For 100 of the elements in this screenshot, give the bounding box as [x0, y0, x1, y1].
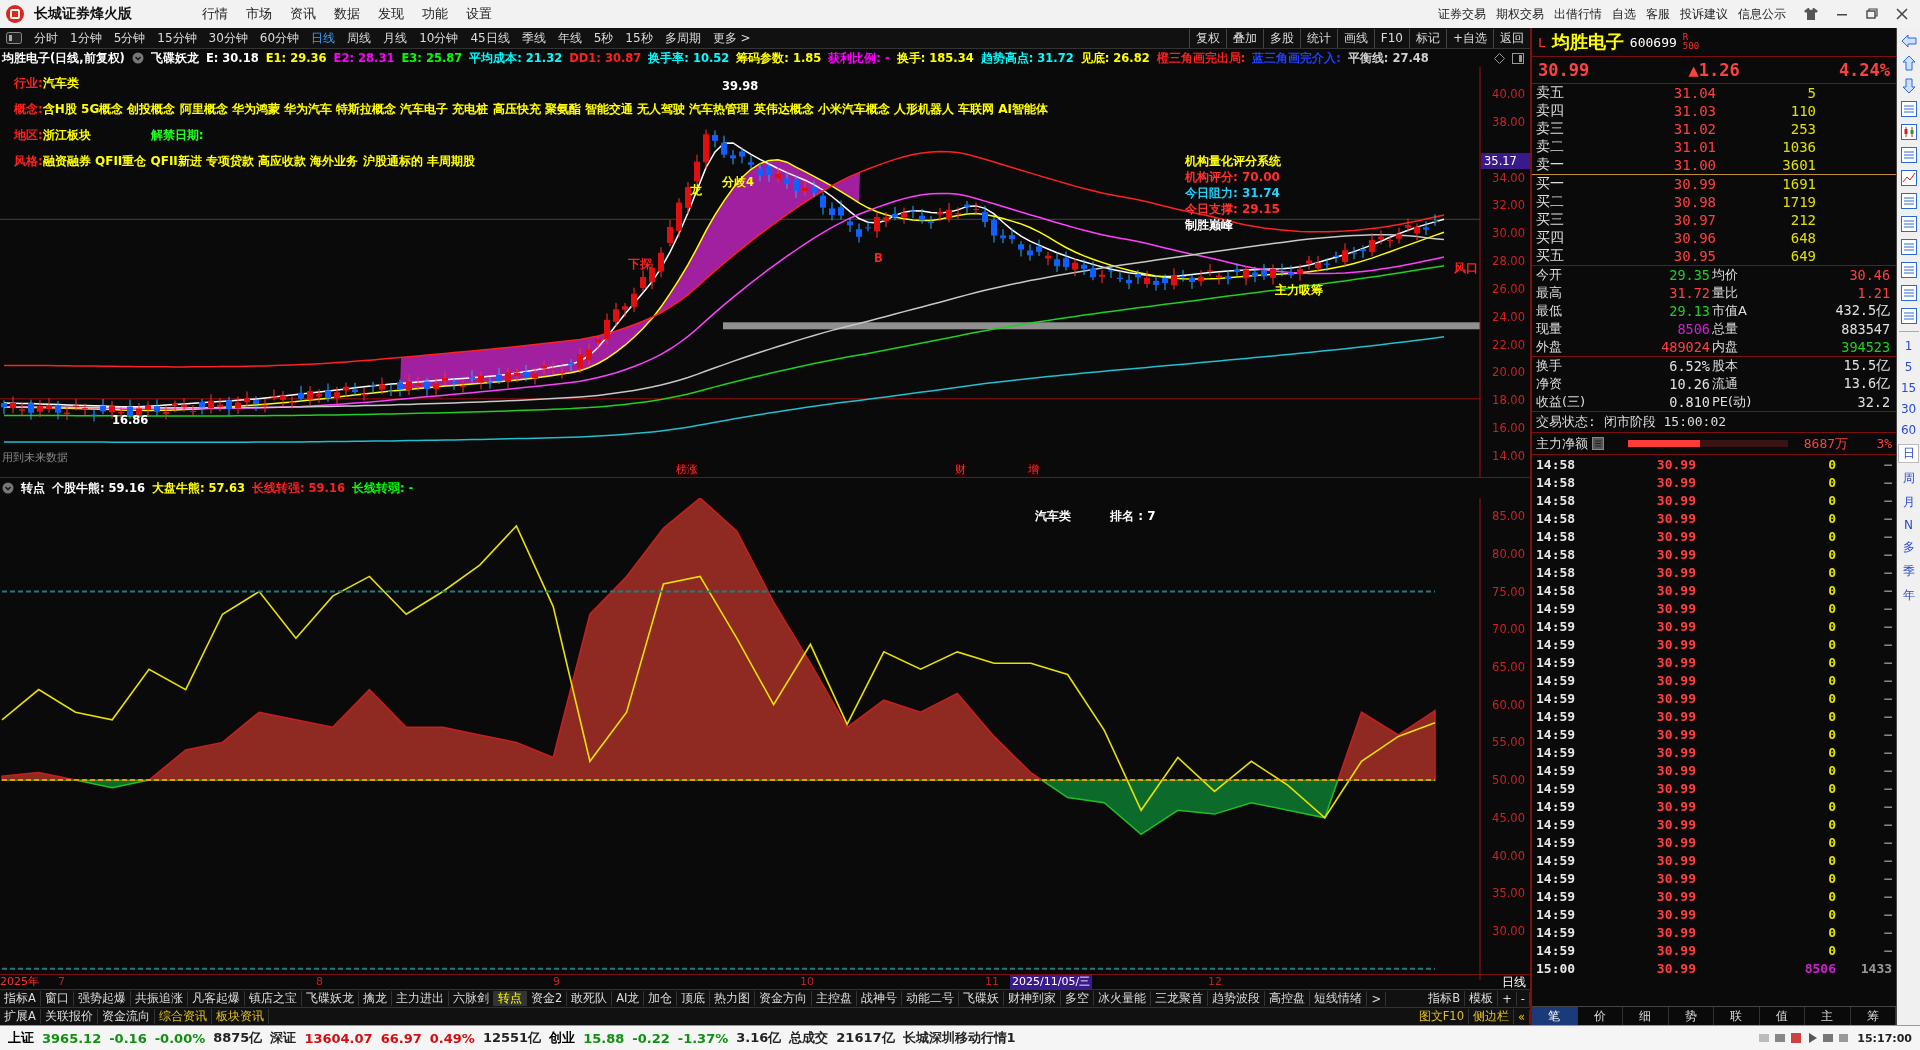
indicator-tab[interactable]: 镇店之宝	[244, 991, 302, 1006]
chart-tool-button[interactable]: 多股	[1262, 28, 1300, 48]
skin-shirt-icon[interactable]	[1804, 8, 1818, 20]
period-tab[interactable]: 月线	[377, 29, 414, 47]
info-tab[interactable]: 资金流向	[97, 1009, 155, 1024]
chart-tool-button[interactable]: 复权	[1188, 28, 1226, 48]
indicator-tab[interactable]: 转点	[493, 991, 527, 1006]
period-tab[interactable]: 60分钟	[253, 29, 306, 47]
panel-icon[interactable]	[1900, 193, 1917, 209]
side-period-button[interactable]: 15	[1898, 381, 1920, 395]
quote-tab[interactable]: 笔	[1532, 1007, 1578, 1025]
indicator-tab[interactable]: 加仓	[644, 991, 678, 1006]
indicator-tab[interactable]: 共振追涨	[130, 991, 188, 1006]
period-tab[interactable]: 多周期	[658, 29, 707, 47]
menu-item[interactable]: 设置	[466, 5, 492, 23]
indicator-tab[interactable]: 飞碟妖	[959, 991, 1005, 1006]
menu-item[interactable]: 发现	[378, 5, 404, 23]
indicator-tab[interactable]: >	[1367, 991, 1387, 1006]
period-tab[interactable]: 日线	[305, 29, 342, 47]
panel-icon[interactable]	[1900, 239, 1917, 255]
period-tab[interactable]: 年线	[551, 29, 588, 47]
indicator-tab[interactable]: 窗口	[40, 991, 74, 1006]
menu-item[interactable]: 行情	[202, 5, 228, 23]
indicator-tab[interactable]: 模板	[1465, 991, 1499, 1006]
tray-icons-drawing[interactable]	[1759, 1032, 1850, 1044]
period-tab[interactable]: 更多 >	[706, 29, 757, 47]
candlestick-icon[interactable]	[1900, 124, 1917, 140]
period-tab[interactable]: 5分钟	[107, 29, 152, 47]
dropdown-icon[interactable]	[2, 482, 14, 494]
indicator-tab[interactable]: 强势起爆	[73, 991, 131, 1006]
arrow-down-icon[interactable]	[1901, 78, 1916, 94]
indicator-tab[interactable]: -	[1516, 991, 1530, 1006]
info-tab[interactable]: 关联报价	[40, 1009, 98, 1024]
info-tab[interactable]: 板块资讯	[211, 1009, 269, 1024]
info-tab[interactable]: 综合资讯	[154, 1009, 212, 1024]
side-period-button[interactable]: 周	[1898, 470, 1920, 487]
period-tab[interactable]: 5秒	[587, 29, 620, 47]
top-link[interactable]: 证券交易	[1438, 5, 1486, 23]
chart-tool-button[interactable]: 叠加	[1225, 28, 1263, 48]
top-link[interactable]: 信息公示	[1738, 5, 1786, 23]
panel-icon[interactable]	[1900, 101, 1917, 117]
indicator-tab[interactable]: 敢死队	[567, 991, 613, 1006]
period-tab[interactable]: 周线	[341, 29, 378, 47]
side-period-button[interactable]: 月	[1898, 494, 1920, 511]
top-link[interactable]: 出借行情	[1554, 5, 1602, 23]
side-period-button[interactable]: N	[1898, 518, 1920, 532]
period-tab[interactable]: 季线	[515, 29, 552, 47]
indicator-tab[interactable]: 战神号	[857, 991, 903, 1006]
indicator-tab[interactable]: 凡客起爆	[187, 991, 245, 1006]
chart-tool-button[interactable]: 标记	[1408, 28, 1446, 48]
chart-tool-button[interactable]: 画线	[1336, 28, 1374, 48]
side-period-button[interactable]: 季	[1898, 563, 1920, 580]
indicator-tab[interactable]: 顶底	[677, 991, 711, 1006]
top-link[interactable]: 自选	[1612, 5, 1636, 23]
panel-icon[interactable]	[1900, 262, 1917, 278]
period-tab[interactable]: 10分钟	[413, 29, 465, 47]
chart-line-icon[interactable]	[1900, 170, 1917, 186]
indicator-tab[interactable]: 三龙聚首	[1151, 991, 1209, 1006]
panel-icon[interactable]	[1900, 308, 1917, 324]
menu-item[interactable]: 市场	[246, 5, 272, 23]
panel-icon[interactable]	[1900, 147, 1917, 163]
top-link[interactable]: 客服	[1646, 5, 1670, 23]
indicator-tab[interactable]: 短线情绪	[1310, 991, 1368, 1006]
period-tab[interactable]: 15秒	[619, 29, 659, 47]
indicator-tab[interactable]: +	[1498, 991, 1517, 1006]
dropdown-icon[interactable]	[131, 52, 144, 64]
period-tab[interactable]: 30分钟	[202, 29, 254, 47]
top-link[interactable]: 投诉建议	[1680, 5, 1728, 23]
menu-item[interactable]: 资讯	[290, 5, 316, 23]
menu-item[interactable]: 功能	[422, 5, 448, 23]
indicator-tab[interactable]: 资金2	[526, 991, 568, 1006]
sidebar-toggle-icon[interactable]	[6, 32, 22, 44]
indicator-tab[interactable]: 主控盘	[812, 991, 858, 1006]
indicator-tab[interactable]: 热力图	[710, 991, 756, 1006]
period-tab[interactable]: 分时	[28, 29, 64, 47]
top-link[interactable]: 期权交易	[1496, 5, 1544, 23]
panel-icon[interactable]	[1900, 216, 1917, 232]
side-period-button[interactable]: 30	[1898, 402, 1920, 416]
restore-icon[interactable]	[1866, 8, 1878, 20]
indicator-tab[interactable]: 指标A	[0, 991, 41, 1006]
indicator-tab[interactable]: 指标B	[1424, 991, 1466, 1006]
side-period-button[interactable]: 1	[1898, 339, 1920, 353]
panel-toggle-icon[interactable]	[1512, 52, 1524, 64]
menu-item[interactable]: 数据	[334, 5, 360, 23]
period-tab[interactable]: 1分钟	[64, 29, 108, 47]
arrow-left-icon[interactable]	[1900, 34, 1917, 48]
indicator-tab[interactable]: 资金方向	[755, 991, 813, 1006]
diamond-icon[interactable]	[1494, 52, 1505, 64]
info-tab[interactable]: 扩展A	[0, 1009, 41, 1024]
list-icon[interactable]	[1592, 437, 1604, 450]
indicator-tab[interactable]: 擒龙	[358, 991, 392, 1006]
indicator-tab[interactable]: 高控盘	[1265, 991, 1311, 1006]
panel-tab[interactable]: 侧边栏	[1468, 1009, 1514, 1024]
indicator-tab[interactable]: 主力进出	[391, 991, 449, 1006]
panel-tab[interactable]: 图文F10	[1414, 1009, 1469, 1024]
indicator-tab[interactable]: 冰火量能	[1094, 991, 1152, 1006]
panel-tab[interactable]: «	[1513, 1009, 1530, 1024]
side-period-button[interactable]: 多	[1898, 539, 1920, 556]
period-tab[interactable]: 15分钟	[151, 29, 203, 47]
indicator-tab[interactable]: 动能二号	[902, 991, 960, 1006]
